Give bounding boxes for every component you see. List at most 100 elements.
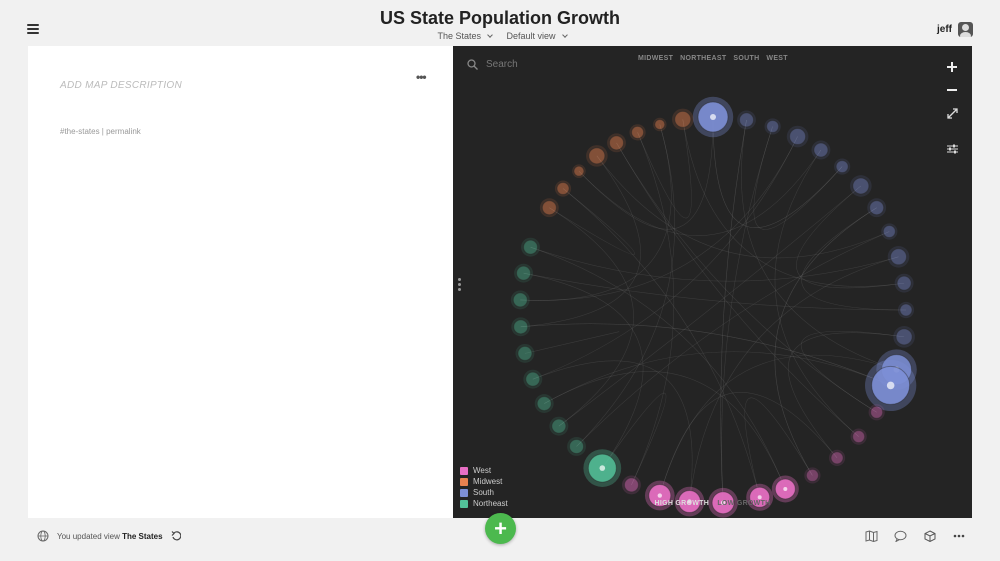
region-filter-northeast[interactable]: NORTHEAST	[680, 55, 726, 62]
node-core	[516, 265, 532, 281]
view-selector-bar: The States Default view	[0, 31, 1000, 41]
network-graph[interactable]	[453, 46, 972, 518]
state-node[interactable]	[897, 301, 915, 319]
connection-edge	[578, 116, 714, 230]
state-node[interactable]	[510, 290, 530, 310]
state-node[interactable]	[607, 133, 626, 153]
state-node[interactable]	[894, 273, 914, 293]
state-node[interactable]	[828, 449, 846, 466]
connection-edge	[520, 323, 891, 386]
region-filter-midwest[interactable]: MIDWEST	[638, 55, 673, 62]
state-node[interactable]	[811, 140, 831, 160]
state-node[interactable]	[881, 223, 898, 240]
state-node[interactable]	[539, 198, 559, 218]
node-core	[895, 328, 913, 346]
node-core	[525, 371, 541, 387]
more-icon[interactable]	[952, 529, 965, 542]
node-core	[512, 292, 528, 308]
state-node[interactable]	[887, 246, 910, 268]
state-node[interactable]	[737, 110, 756, 130]
connection-edge	[520, 155, 641, 328]
state-node[interactable]	[867, 198, 887, 218]
node-core	[513, 319, 529, 335]
node-core	[631, 125, 645, 139]
zoom-in-icon[interactable]	[944, 59, 960, 75]
tag-link[interactable]: #the-states	[60, 127, 100, 136]
view-dropdown[interactable]: Default view	[503, 31, 568, 41]
user-menu[interactable]: jeff	[937, 22, 973, 37]
connection-edge	[530, 246, 899, 282]
node-core	[739, 112, 755, 128]
state-node[interactable]	[672, 108, 694, 131]
region-filter-west[interactable]: WEST	[766, 55, 787, 62]
state-node[interactable]	[534, 394, 554, 414]
state-node[interactable]	[771, 475, 799, 503]
undo-icon[interactable]	[171, 531, 181, 541]
connection-edge	[576, 231, 890, 447]
settings-sliders-icon[interactable]	[944, 141, 960, 157]
state-node[interactable]	[629, 124, 646, 141]
globe-icon[interactable]	[37, 530, 49, 542]
legend-swatch	[460, 466, 468, 475]
comment-icon[interactable]	[894, 529, 907, 542]
panel-resize-handle[interactable]	[458, 278, 462, 291]
node-center	[599, 465, 606, 471]
connection-edge	[520, 155, 641, 328]
node-center	[783, 486, 788, 491]
connection-edge	[578, 116, 714, 230]
low-growth-toggle[interactable]: LOW GROWTH	[717, 500, 770, 507]
state-node[interactable]	[621, 475, 641, 495]
state-node[interactable]	[865, 359, 917, 412]
connection-edge	[523, 272, 644, 469]
state-node[interactable]	[653, 117, 667, 132]
legend-item-west[interactable]: West	[460, 466, 508, 475]
state-node[interactable]	[586, 145, 608, 167]
state-node[interactable]	[850, 428, 867, 445]
add-button[interactable]: +	[485, 513, 516, 544]
permalink-link[interactable]: permalink	[106, 127, 141, 136]
state-node[interactable]	[511, 317, 531, 337]
more-options-button[interactable]: •••	[416, 70, 427, 84]
state-node[interactable]	[515, 343, 535, 363]
state-node[interactable]	[567, 437, 586, 456]
state-node[interactable]	[893, 326, 915, 348]
map-canvas[interactable]: Search MIDWEST NORTHEAST SOUTH WEST West…	[453, 46, 972, 518]
state-node[interactable]	[554, 180, 572, 197]
cube-icon[interactable]	[923, 529, 936, 542]
map-description-field[interactable]: ADD MAP DESCRIPTION	[60, 80, 182, 91]
project-dropdown[interactable]: The States	[433, 31, 493, 41]
region-filter-south[interactable]: SOUTH	[733, 55, 759, 62]
legend-item-south[interactable]: South	[460, 488, 508, 497]
node-core	[830, 451, 844, 465]
legend-label: West	[473, 466, 492, 475]
node-center	[657, 493, 663, 498]
state-node[interactable]	[514, 263, 533, 283]
state-node[interactable]	[786, 125, 809, 148]
node-core	[654, 118, 666, 130]
state-node[interactable]	[834, 158, 851, 175]
state-node[interactable]	[868, 404, 885, 421]
legend-item-midwest[interactable]: Midwest	[460, 477, 508, 486]
state-node[interactable]	[850, 175, 872, 197]
state-node[interactable]	[583, 449, 622, 487]
node-core	[573, 165, 585, 177]
connection-edge	[544, 371, 786, 490]
fit-icon[interactable]	[944, 105, 960, 121]
status-view-name[interactable]: The States	[122, 532, 162, 541]
node-core	[813, 142, 829, 158]
zoom-out-icon[interactable]	[944, 82, 960, 98]
connection-edge	[523, 272, 644, 469]
state-node[interactable]	[549, 416, 569, 436]
connection-edge	[530, 246, 899, 282]
search-field[interactable]: Search	[467, 59, 518, 70]
state-node[interactable]	[692, 96, 734, 138]
state-node[interactable]	[572, 164, 586, 178]
state-node[interactable]	[764, 118, 781, 135]
map-icon[interactable]	[865, 529, 878, 542]
state-node[interactable]	[521, 237, 540, 257]
state-node[interactable]	[804, 467, 821, 484]
state-node[interactable]	[523, 369, 543, 389]
username: jeff	[937, 24, 952, 35]
node-core	[890, 248, 908, 266]
high-growth-toggle[interactable]: HIGH GROWTH	[654, 500, 709, 507]
